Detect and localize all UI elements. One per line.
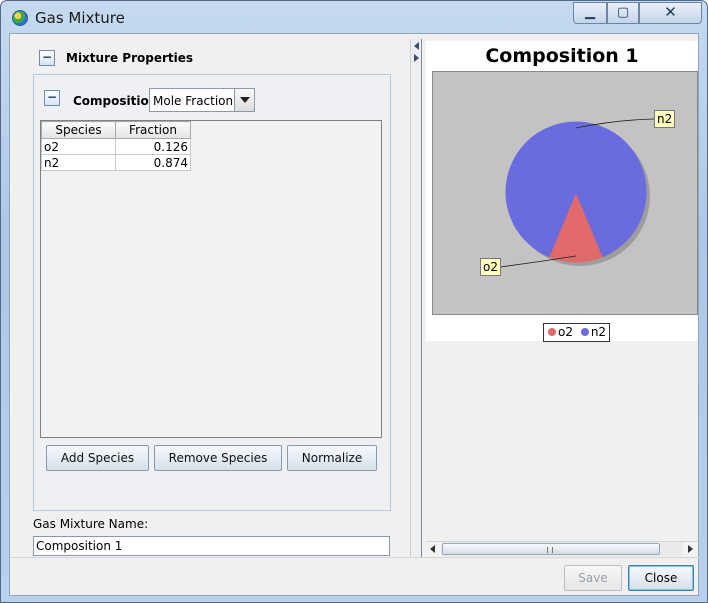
scroll-left-arrow-icon[interactable] (426, 542, 441, 557)
mixture-name-input[interactable]: Composition 1 (33, 536, 390, 556)
fraction-cell[interactable]: 0.126 (115, 138, 191, 155)
panel-splitter[interactable] (412, 39, 421, 557)
add-species-button[interactable]: Add Species (46, 445, 149, 471)
close-window-button[interactable]: ✕ (639, 2, 702, 24)
table-row[interactable]: n2 0.874 (41, 154, 191, 171)
app-globe-icon (12, 10, 28, 26)
dialog-client-area: − Mixture Properties − Composition Mole … (9, 33, 700, 596)
split-right-arrow-icon[interactable] (414, 54, 419, 62)
close-button[interactable]: Close (628, 565, 694, 591)
composition-label: Composition (73, 94, 158, 108)
species-cell[interactable]: n2 (41, 154, 116, 171)
pie-chart: Composition 1 n2 o2 o2 n2 (426, 41, 698, 342)
title-bar[interactable]: Gas Mixture ▁ ▢ ✕ (1, 1, 707, 33)
mixture-properties-panel: − Mixture Properties − Composition Mole … (11, 39, 411, 557)
minimize-button[interactable]: ▁ (573, 2, 607, 24)
species-table-container[interactable]: Species Fraction o2 0.126 n2 0.874 (40, 120, 382, 438)
scroll-right-arrow-icon[interactable] (683, 542, 698, 557)
mixture-properties-collapse-button[interactable]: − (39, 50, 55, 66)
mixture-name-label: Gas Mixture Name: (33, 517, 149, 531)
window-title: Gas Mixture (35, 9, 125, 27)
fraction-cell[interactable]: 0.874 (115, 154, 191, 171)
plot-area: n2 o2 (432, 71, 698, 315)
chart-legend: o2 n2 (543, 323, 611, 342)
column-header-fraction[interactable]: Fraction (115, 121, 191, 139)
chart-title: Composition 1 (485, 45, 639, 67)
composition-group: − Composition Mole Fraction Species Frac… (33, 74, 391, 511)
maximize-button[interactable]: ▢ (607, 2, 639, 24)
footer-divider (10, 557, 700, 558)
species-table: Species Fraction o2 0.126 n2 0.874 (41, 121, 191, 171)
composition-collapse-button[interactable]: − (44, 90, 60, 106)
legend-swatch-o2 (548, 328, 556, 336)
slice-label-n2: n2 (654, 110, 676, 128)
gas-mixture-window: Gas Mixture ▁ ▢ ✕ − Mixture Properties −… (0, 0, 708, 603)
chart-panel: Composition 1 n2 o2 o2 n2 (421, 39, 698, 557)
split-left-arrow-icon[interactable] (414, 42, 419, 50)
grip-icon (547, 547, 553, 553)
species-cell[interactable]: o2 (41, 138, 116, 155)
legend-swatch-n2 (580, 328, 589, 336)
legend-label-o2: o2 (558, 325, 573, 339)
mixture-properties-label: Mixture Properties (66, 51, 194, 65)
save-button[interactable]: Save (564, 565, 622, 591)
pie-svg (499, 118, 655, 268)
horizontal-scrollbar[interactable] (426, 541, 698, 557)
table-row[interactable]: o2 0.126 (41, 138, 191, 155)
slice-label-o2: o2 (480, 258, 501, 276)
normalize-button[interactable]: Normalize (287, 445, 377, 471)
composition-mode-value: Mole Fraction (153, 94, 234, 108)
column-header-species[interactable]: Species (41, 121, 116, 139)
composition-mode-dropdown[interactable]: Mole Fraction (149, 88, 255, 112)
chevron-down-icon[interactable] (234, 89, 254, 111)
legend-label-n2: n2 (590, 325, 607, 339)
scroll-thumb[interactable] (442, 543, 660, 555)
remove-species-button[interactable]: Remove Species (154, 445, 282, 471)
